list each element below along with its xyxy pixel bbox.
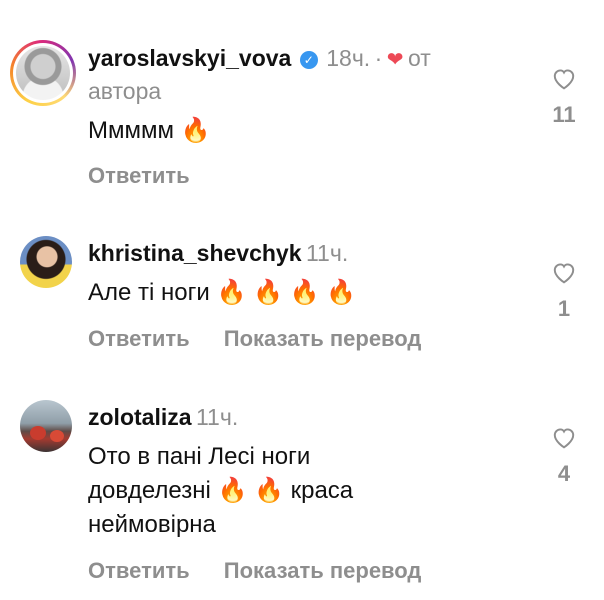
like-control[interactable]: 11: [544, 66, 584, 128]
heart-outline-icon[interactable]: [551, 66, 577, 90]
avatar-image: [16, 46, 70, 100]
fire-emoji: 🔥: [254, 477, 284, 504]
fire-emoji: 🔥: [326, 279, 357, 306]
comment-header: zolotaliza 11ч.: [88, 404, 534, 431]
fire-emoji: 🔥: [180, 117, 211, 144]
avatar[interactable]: [20, 236, 72, 288]
story-ring: [13, 43, 73, 103]
show-translation-button[interactable]: Показать перевод: [224, 558, 422, 583]
avatar[interactable]: [10, 40, 76, 106]
comment-actions: Ответить Показать перевод: [88, 326, 449, 352]
fire-emoji: 🔥: [289, 279, 320, 306]
like-count: 1: [557, 296, 571, 321]
author-tag-prefix: от: [408, 45, 431, 71]
fire-emoji: 🔥: [217, 477, 248, 504]
like-count: 11: [552, 102, 576, 127]
comment-actions: Ответить: [88, 163, 218, 189]
comment-text: Ммммм 🔥: [88, 114, 534, 148]
comment-line: довделезні 🔥 🔥 краса: [88, 474, 534, 508]
comment-fragment: краса: [290, 477, 354, 504]
reply-button[interactable]: Ответить: [88, 558, 190, 583]
avatar[interactable]: [20, 400, 72, 452]
username[interactable]: zolotaliza: [88, 404, 192, 430]
comment-text: Ото в пані Лесі ноги довделезні 🔥 🔥 крас…: [88, 440, 534, 542]
fire-emoji: 🔥: [253, 279, 283, 306]
heart-outline-icon[interactable]: [551, 260, 577, 284]
comment-text: Але ті ноги 🔥 🔥 🔥 🔥: [88, 276, 534, 310]
red-heart-icon: ❤: [386, 49, 404, 71]
heart-outline-icon[interactable]: [551, 425, 577, 449]
show-translation-button[interactable]: Показать перевод: [224, 326, 422, 351]
fire-emoji: 🔥: [216, 279, 247, 306]
username[interactable]: yaroslavskyi_vova: [88, 45, 291, 71]
verified-badge-icon: ✓: [299, 50, 318, 69]
like-control[interactable]: 4: [544, 425, 584, 487]
separator-dot: ·: [374, 45, 383, 71]
timestamp: 11ч.: [305, 240, 349, 266]
reply-button[interactable]: Ответить: [88, 326, 190, 351]
comment-line: Ото в пані Лесі ноги: [88, 443, 311, 470]
like-count: 4: [557, 461, 571, 486]
like-control[interactable]: 1: [544, 260, 584, 322]
username[interactable]: khristina_shevchyk: [88, 240, 302, 266]
comment-body: Але ті ноги: [88, 279, 210, 306]
timestamp: 18ч.: [326, 45, 371, 71]
comment-header: khristina_shevchyk 11ч.: [88, 240, 534, 267]
timestamp: 11ч.: [195, 404, 239, 430]
comment-line: неймовірна: [88, 511, 216, 538]
comment-header: yaroslavskyi_vova ✓ 18ч. · ❤ от: [88, 45, 534, 73]
comment-fragment: довделезні: [88, 477, 211, 504]
comment-body: Ммммм: [88, 117, 174, 144]
reply-button[interactable]: Ответить: [88, 163, 190, 188]
author-tag-suffix: автора: [88, 78, 162, 104]
comment-actions: Ответить Показать перевод: [88, 558, 449, 584]
